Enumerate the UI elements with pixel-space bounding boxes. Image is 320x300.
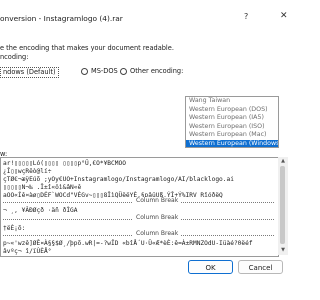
- encoding-item[interactable]: Wang Taiwan: [186, 97, 278, 106]
- preview-line: p~«'wzê]ØÊ¤À§§$Ø¸/þpõ.wR|=-?wÎD «bîÅ´U·Ü…: [3, 240, 253, 247]
- ok-button[interactable]: OK: [188, 260, 233, 274]
- preview-line: âvºç¬ î/ïÙÈÅ°: [3, 248, 52, 255]
- radio-other-circle[interactable]: [120, 67, 127, 75]
- encoding-item[interactable]: Western European (ISO): [186, 123, 278, 132]
- scroll-down-icon[interactable]: ▼: [280, 247, 286, 253]
- encoding-list[interactable]: Wang Taiwan Western European (DOS) Weste…: [185, 96, 279, 148]
- title-bar: onversion - Instagramlogo (4).rar ? ✕: [0, 0, 300, 26]
- preview-line: ar!▯▯▯▯▯Ló(▯▯▯▯ ▯▯▯▯p°Ü,€O*¥BCMOO: [3, 160, 126, 167]
- encoding-item-selected[interactable]: Western European (Windows): [186, 139, 278, 147]
- dialog-instructions: e the encoding that makes your document …: [0, 44, 174, 52]
- column-break-label: Column Break: [133, 197, 182, 204]
- radio-windows-default-label: ndows (Default): [0, 67, 59, 78]
- scroll-up-icon[interactable]: ▲: [280, 158, 286, 164]
- radio-msdos-circle[interactable]: [81, 67, 88, 75]
- text-encoding-label: ncoding:: [0, 53, 29, 61]
- help-icon[interactable]: ?: [244, 12, 248, 21]
- scrollbar-thumb[interactable]: [280, 166, 285, 244]
- close-icon[interactable]: ✕: [280, 11, 288, 21]
- window-title: onversion - Instagramlogo (4).rar: [0, 14, 123, 23]
- encoding-item[interactable]: Western European (IA5): [186, 114, 278, 123]
- encoding-item[interactable]: Western European (Mac): [186, 131, 278, 140]
- cancel-button[interactable]: Cancel: [238, 260, 283, 274]
- column-break: Column Break: [1, 230, 276, 239]
- radio-msdos-label: MS-DOS: [91, 67, 118, 75]
- column-break: Column Break: [1, 197, 276, 206]
- encoding-item[interactable]: Western European (DOS): [186, 106, 278, 115]
- radio-other-label: Other encoding:: [130, 67, 184, 75]
- radio-msdos[interactable]: MS-DOS: [81, 67, 118, 75]
- radio-windows-default[interactable]: ndows (Default): [0, 67, 59, 78]
- preview-line: ¬ ¸, ¥ÂÐØçð ·äñ ðÌGA: [3, 207, 78, 214]
- preview-line: çTØ€¬æÿEúõ ;yOy€UO+Instagramlogo/Instagr…: [3, 176, 234, 183]
- preview-line: ¿Î▯▯wçRêò@lí÷: [3, 168, 52, 175]
- radio-other-encoding[interactable]: Other encoding:: [120, 67, 183, 75]
- column-break: Column Break: [1, 214, 276, 223]
- preview-line: ▯▯▯▯▯N¬‰ .Î±î«öì&âN«ê: [3, 184, 82, 191]
- column-break-label: Column Break: [133, 230, 182, 237]
- column-break-label: Column Break: [133, 214, 182, 221]
- preview-pane[interactable]: ar!▯▯▯▯▯Ló(▯▯▯▯ ▯▯▯▯p°Ü,€O*¥BCMOO ¿Î▯▯wç…: [0, 157, 279, 257]
